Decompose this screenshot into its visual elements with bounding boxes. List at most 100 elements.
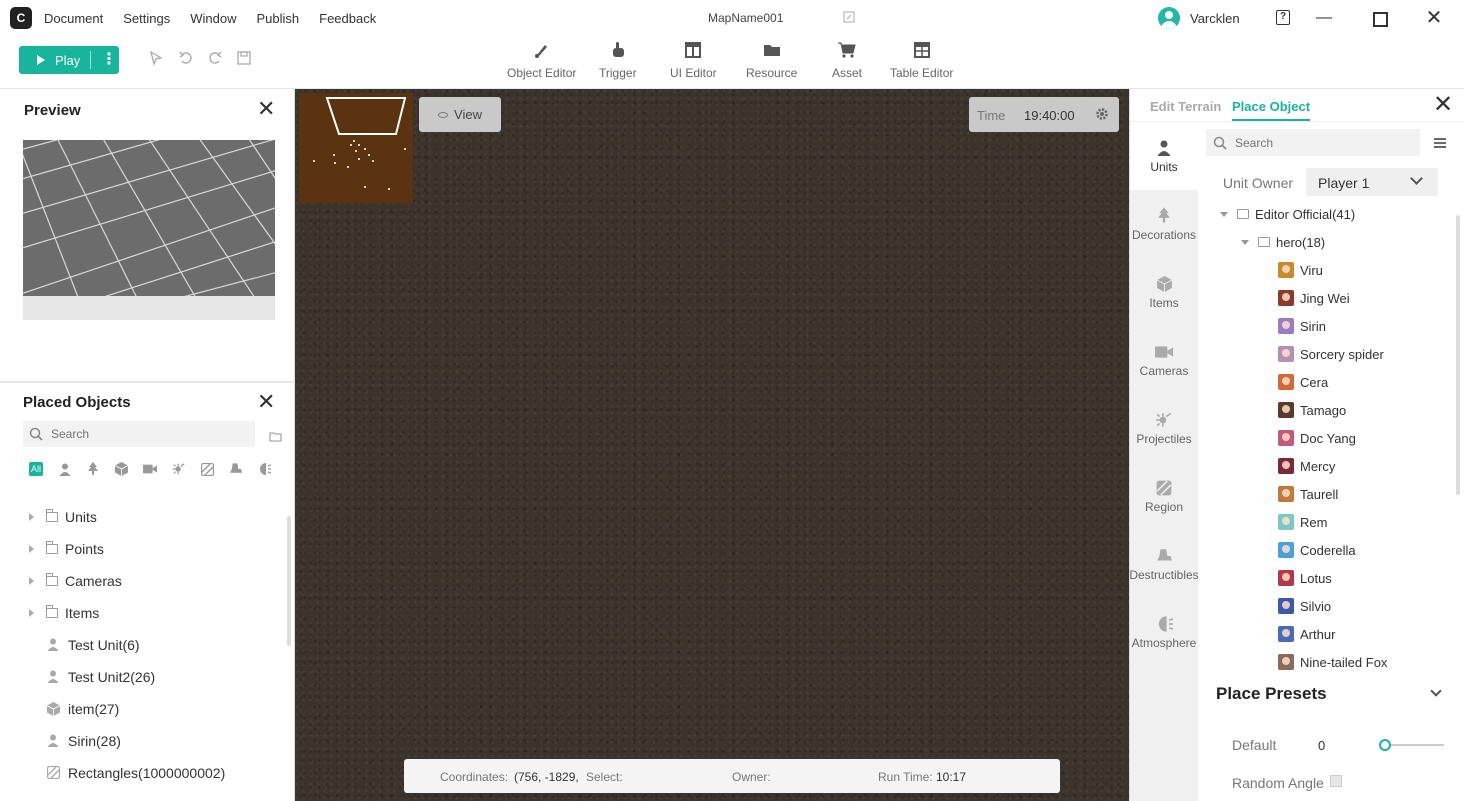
placed-object-row[interactable]: item(27) xyxy=(0,693,290,725)
hero-list-item[interactable]: Jing Wei xyxy=(1278,284,1350,312)
category-region[interactable]: Region xyxy=(1130,462,1198,530)
preset-slider-handle[interactable] xyxy=(1379,739,1391,751)
filter-camera-icon[interactable] xyxy=(143,462,157,476)
close-window-icon[interactable]: ✕ xyxy=(1424,8,1444,28)
expand-arrow-icon[interactable] xyxy=(29,609,34,617)
minimap[interactable] xyxy=(299,93,413,203)
gear-icon[interactable] xyxy=(1095,107,1109,121)
tree-editor-official[interactable]: Editor Official(41) xyxy=(1220,200,1355,228)
user-name[interactable]: Varcklen xyxy=(1190,11,1240,26)
tab-edit-terrain[interactable]: Edit Terrain xyxy=(1150,99,1221,119)
preset-slider-track[interactable] xyxy=(1383,744,1444,746)
placed-object-row[interactable]: Rectangles(1000000002) xyxy=(0,757,290,789)
redo-icon[interactable] xyxy=(206,50,224,68)
collapse-arrow-icon[interactable] xyxy=(1241,239,1249,245)
filter-projectile-icon[interactable] xyxy=(172,462,186,476)
play-options-icon[interactable]: ⋮ xyxy=(101,51,117,69)
time-of-day-control[interactable]: Time 19:40:00 xyxy=(969,97,1119,132)
placed-object-row[interactable]: Test Unit2(26) xyxy=(0,661,290,693)
new-folder-icon[interactable] xyxy=(269,429,282,442)
menu-window[interactable]: Window xyxy=(190,11,236,26)
object-editor-button[interactable]: Object Editor xyxy=(507,40,576,84)
category-units[interactable]: Units xyxy=(1130,122,1198,190)
menu-document[interactable]: Document xyxy=(44,11,103,26)
category-cameras[interactable]: Cameras xyxy=(1130,326,1198,394)
placed-objects-search[interactable] xyxy=(23,421,255,447)
category-items[interactable]: Items xyxy=(1130,258,1198,326)
object-search-input[interactable] xyxy=(1235,135,1405,150)
hero-list-item[interactable]: Viru xyxy=(1278,256,1323,284)
save-icon[interactable] xyxy=(235,50,253,68)
filter-item-icon[interactable] xyxy=(115,462,129,476)
resource-button[interactable]: Resource xyxy=(746,40,797,84)
placed-object-row[interactable]: Sirin(28) xyxy=(0,725,290,757)
hero-list-item[interactable]: Sorcery spider xyxy=(1278,340,1384,368)
ui-editor-button[interactable]: UI Editor xyxy=(670,40,717,84)
object-list-scrollbar[interactable] xyxy=(1456,215,1460,495)
expand-arrow-icon[interactable] xyxy=(29,577,34,585)
hero-list-item[interactable]: Lotus xyxy=(1278,564,1332,592)
view-button[interactable]: View xyxy=(419,97,501,132)
close-preview-icon[interactable]: ✕ xyxy=(257,98,275,120)
collapse-arrow-icon[interactable] xyxy=(1220,211,1228,217)
category-decorations[interactable]: Decorations xyxy=(1130,190,1198,258)
edit-name-icon[interactable] xyxy=(843,11,855,23)
minimize-icon[interactable]: — xyxy=(1314,8,1334,28)
filter-region-icon[interactable] xyxy=(200,462,214,476)
hero-list-item[interactable]: Doc Yang xyxy=(1278,424,1356,452)
scene-viewport[interactable]: View Time 19:40:00 Coordinates: (756, -1… xyxy=(295,89,1129,801)
undo-icon[interactable] xyxy=(177,50,195,68)
tab-place-object[interactable]: Place Object xyxy=(1232,99,1311,121)
tree-folder-points[interactable]: Points xyxy=(0,533,290,565)
preview-grid-icon xyxy=(23,140,275,296)
select-cursor-icon[interactable] xyxy=(147,50,165,68)
filter-atmosphere-icon[interactable] xyxy=(257,462,271,476)
unit-owner-select[interactable]: Player 1 xyxy=(1306,168,1438,196)
filter-unit-icon[interactable] xyxy=(58,462,72,476)
hero-list-item[interactable]: Nine-tailed Fox xyxy=(1278,648,1387,676)
table-editor-button[interactable]: Table Editor xyxy=(890,40,953,84)
close-right-panel-icon[interactable]: ✕ xyxy=(1433,93,1453,117)
hero-list-item[interactable]: Silvio xyxy=(1278,592,1331,620)
random-angle-checkbox[interactable] xyxy=(1330,775,1342,787)
asset-button[interactable]: Asset xyxy=(832,40,862,84)
chevron-down-icon[interactable] xyxy=(1430,685,1442,697)
random-angle-label: Random Angle xyxy=(1232,775,1324,791)
tree-folder-items[interactable]: Items xyxy=(0,597,290,629)
close-placed-objects-icon[interactable]: ✕ xyxy=(257,391,275,413)
tree-hero-folder[interactable]: hero(18) xyxy=(1241,228,1325,256)
maximize-icon[interactable] xyxy=(1369,8,1389,28)
expand-arrow-icon[interactable] xyxy=(29,513,34,521)
menu-settings[interactable]: Settings xyxy=(123,11,170,26)
category-projectiles[interactable]: Projectiles xyxy=(1130,394,1198,462)
filter-decoration-icon[interactable] xyxy=(86,462,100,476)
menu-feedback[interactable]: Feedback xyxy=(319,11,376,26)
user-avatar-icon[interactable] xyxy=(1158,7,1180,29)
hero-list-item[interactable]: Arthur xyxy=(1278,620,1335,648)
expand-arrow-icon[interactable] xyxy=(29,545,34,553)
hero-list-item[interactable]: Tamago xyxy=(1278,396,1346,424)
filter-destructible-icon[interactable] xyxy=(229,462,243,476)
user-area[interactable]: Varcklen xyxy=(1158,7,1240,29)
hero-list-item[interactable]: Taurell xyxy=(1278,480,1338,508)
category-atmosphere[interactable]: Atmosphere xyxy=(1130,598,1198,666)
tree-folder-units[interactable]: Units xyxy=(0,501,290,533)
hero-list-item[interactable]: Rem xyxy=(1278,508,1327,536)
hero-list-item[interactable]: Cera xyxy=(1278,368,1328,396)
map-name: MapName001 xyxy=(708,11,784,25)
filter-all-button[interactable]: All xyxy=(29,462,43,476)
placed-object-row[interactable]: Test Unit(6) xyxy=(0,629,290,661)
menu-publish[interactable]: Publish xyxy=(256,11,299,26)
play-button[interactable]: Play ⋮ xyxy=(19,46,119,74)
category-destructibles[interactable]: Destructibles xyxy=(1129,530,1199,598)
hero-list-item[interactable]: Sirin xyxy=(1278,312,1326,340)
tree-folder-cameras[interactable]: Cameras xyxy=(0,565,290,597)
list-view-icon[interactable] xyxy=(1434,136,1446,148)
object-search[interactable] xyxy=(1206,129,1420,156)
hero-list-item[interactable]: Mercy xyxy=(1278,452,1335,480)
hero-list-item[interactable]: Coderella xyxy=(1278,536,1356,564)
placed-objects-scrollbar[interactable] xyxy=(287,516,291,646)
placed-objects-search-input[interactable] xyxy=(51,427,231,441)
help-icon[interactable]: ? xyxy=(1276,10,1290,25)
trigger-button[interactable]: Trigger xyxy=(599,40,637,84)
